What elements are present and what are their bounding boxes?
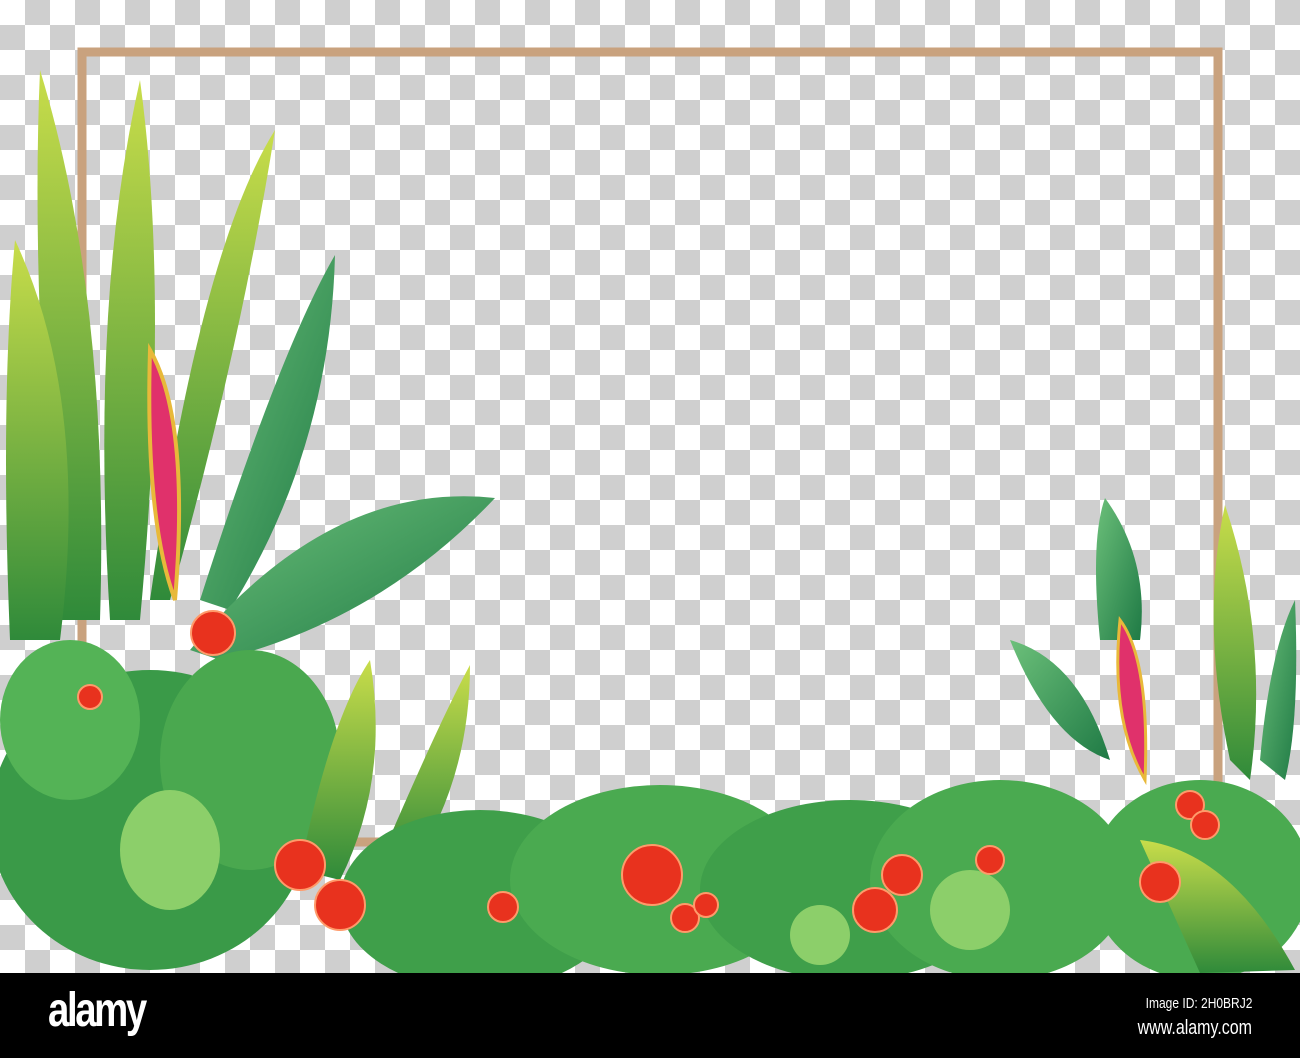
jungle-frame-illustration: [0, 47, 1300, 973]
alamy-logo: alamy: [48, 984, 147, 1037]
watermark-bar: alamy Image ID: 2H0BRJ2 www.alamy.com: [0, 973, 1300, 1058]
site-url: www.alamy.com: [1137, 1017, 1252, 1039]
bottom-foliage: [340, 780, 1130, 973]
image-id-label: Image ID: 2H0BRJ2: [1145, 995, 1252, 1012]
heliconia-left: [147, 342, 182, 601]
